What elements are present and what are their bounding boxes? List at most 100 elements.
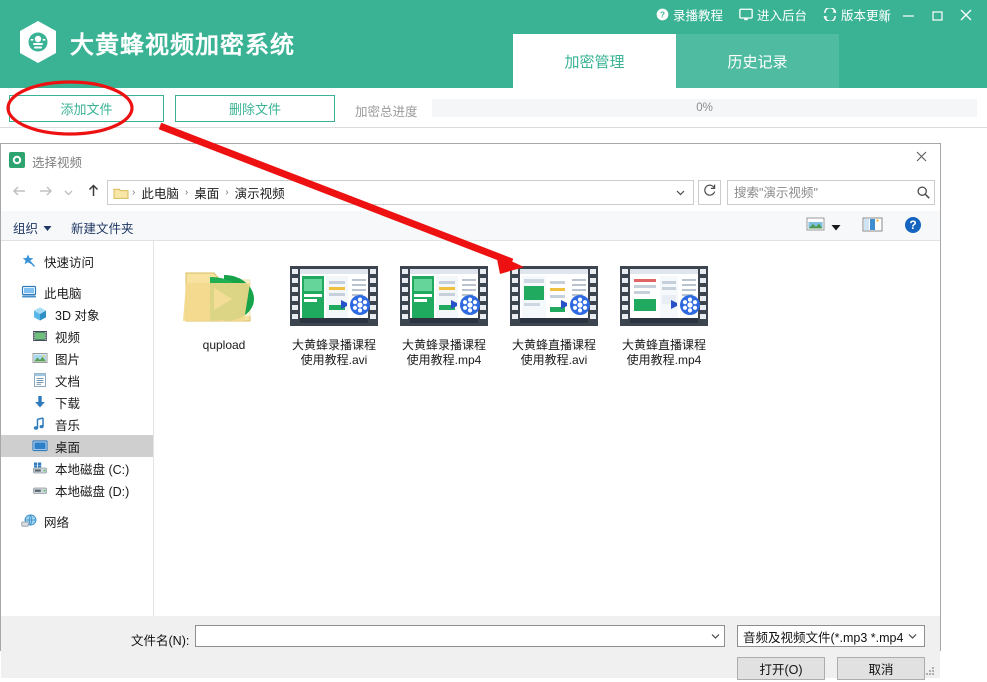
sidebar-item-quick-access[interactable]: 快速访问: [1, 250, 153, 272]
search-input[interactable]: [734, 182, 912, 203]
delete-file-label: 删除文件: [229, 99, 281, 118]
open-button-label: 打开(O): [759, 659, 802, 678]
add-file-button[interactable]: 添加文件: [9, 95, 164, 122]
sidebar-item-downloads[interactable]: 下载: [1, 391, 153, 413]
close-button[interactable]: [953, 4, 979, 26]
sidebar-item-this-pc[interactable]: 此电脑: [1, 281, 153, 303]
organize-label: 组织: [13, 218, 38, 237]
maximize-button[interactable]: [924, 4, 950, 26]
list-item-label: 大黄蜂直播课程使用教程.mp4: [612, 338, 716, 368]
breadcrumb-item-this-pc[interactable]: 此电脑: [138, 183, 182, 202]
navigation-pane: 快速访问 此电脑: [1, 241, 154, 616]
preview-pane-button[interactable]: [862, 216, 883, 238]
main-tabs: 加密管理 历史记录: [513, 34, 839, 88]
up-one-level-button[interactable]: [82, 183, 104, 203]
filename-label: 文件名(N):: [131, 630, 189, 649]
forward-button[interactable]: [34, 183, 56, 203]
chevron-down-icon: [831, 218, 841, 236]
filename-field[interactable]: [195, 625, 725, 647]
question-circle-icon: ?: [656, 8, 669, 21]
minimize-button[interactable]: [895, 4, 921, 26]
filename-input[interactable]: [200, 627, 706, 645]
sidebar-item-pictures[interactable]: 图片: [1, 347, 153, 369]
view-layout-icon: [806, 216, 825, 237]
sidebar-item-documents[interactable]: 文档: [1, 369, 153, 391]
new-folder-button[interactable]: 新建文件夹: [71, 218, 134, 237]
list-item-label: 大黄蜂直播课程使用教程.avi: [502, 338, 606, 368]
videos-folder-icon: [32, 328, 48, 344]
address-dropdown-button[interactable]: [673, 186, 687, 200]
sidebar-item-music[interactable]: 音乐: [1, 413, 153, 435]
breadcrumb-item-desktop[interactable]: 桌面: [191, 183, 222, 202]
sidebar-item-3d-objects[interactable]: 3D 对象: [1, 303, 153, 325]
tab-label: 加密管理: [564, 51, 624, 72]
tab-encryption-management[interactable]: 加密管理: [513, 34, 676, 88]
breadcrumb: › 此电脑 › 桌面 › 演示视频: [129, 183, 288, 202]
refresh-button[interactable]: [698, 180, 721, 205]
list-item[interactable]: 大黄蜂录播课程使用教程.avi: [279, 255, 389, 368]
progress-label: 加密总进度: [355, 101, 418, 120]
change-view-button[interactable]: [806, 216, 841, 237]
3d-objects-icon: [32, 306, 48, 322]
list-item[interactable]: 大黄蜂直播课程使用教程.avi: [499, 255, 609, 368]
cancel-button[interactable]: 取消: [837, 657, 925, 680]
sidebar-item-label: 本地磁盘 (C:): [55, 459, 129, 478]
sidebar-item-label: 快速访问: [44, 252, 94, 271]
sidebar-item-label: 图片: [55, 349, 80, 368]
sidebar-item-local-disk-c[interactable]: 本地磁盘 (C:): [1, 457, 153, 479]
chevron-down-icon[interactable]: [706, 632, 724, 640]
header-menu-item-update[interactable]: 版本更新: [823, 5, 891, 24]
help-button[interactable]: ?: [904, 216, 922, 239]
video-film-icon: [286, 259, 382, 333]
music-folder-icon: [32, 416, 48, 432]
minimize-icon: [902, 9, 915, 22]
recent-locations-button[interactable]: [60, 183, 76, 203]
dialog-navigation-row: › 此电脑 › 桌面 › 演示视频: [1, 175, 940, 211]
breadcrumb-item-demo-video[interactable]: 演示视频: [232, 183, 288, 202]
list-item[interactable]: 大黄蜂直播课程使用教程.mp4: [609, 255, 719, 368]
sidebar-item-network[interactable]: 网络: [1, 510, 153, 532]
list-item[interactable]: 大黄蜂录播课程使用教程.mp4: [389, 255, 499, 368]
cancel-button-label: 取消: [868, 659, 893, 678]
refresh-icon: [703, 183, 717, 202]
dialog-title: 选择视频: [32, 152, 82, 171]
header-menu-label: 进入后台: [757, 5, 807, 24]
organize-button[interactable]: 组织: [13, 218, 52, 237]
header-menu-item-backend[interactable]: 进入后台: [739, 5, 807, 24]
app-header: 大黄蜂视频加密系统 ? 录播教程 进入后台: [0, 0, 987, 88]
star-pin-icon: [21, 253, 37, 269]
dialog-footer: 文件名(N): 音频及视频文件(*.mp3 *.mp4 打开(O) 取消: [1, 616, 940, 678]
sidebar-item-local-disk-d[interactable]: 本地磁盘 (D:): [1, 479, 153, 501]
system-drive-icon: [32, 460, 48, 476]
search-box[interactable]: [727, 180, 935, 205]
folder-video-icon: [176, 259, 272, 333]
list-item-label: qupload: [172, 338, 276, 353]
svg-text:?: ?: [660, 10, 665, 19]
resize-grip-icon[interactable]: [925, 664, 936, 675]
address-bar[interactable]: › 此电脑 › 桌面 › 演示视频: [107, 180, 694, 205]
arrow-left-icon: [11, 184, 28, 203]
list-item[interactable]: qupload: [169, 255, 279, 368]
sidebar-item-videos[interactable]: 视频: [1, 325, 153, 347]
dialog-command-bar: 组织 新建文件夹: [1, 211, 940, 241]
monitor-icon: [739, 8, 753, 21]
preview-pane-icon: [862, 216, 883, 238]
back-button[interactable]: [8, 183, 30, 203]
encryption-progress-bar: 0%: [432, 99, 977, 117]
filetype-dropdown[interactable]: 音频及视频文件(*.mp3 *.mp4: [737, 625, 925, 647]
close-icon: [959, 8, 973, 22]
header-menu-item-tutorial[interactable]: ? 录播教程: [656, 5, 723, 24]
file-picker-dialog: 选择视频: [0, 143, 941, 651]
progress-percent-text: 0%: [432, 99, 977, 117]
delete-file-button[interactable]: 删除文件: [175, 95, 335, 122]
sidebar-item-desktop[interactable]: 桌面: [1, 435, 153, 457]
hexagon-bee-logo-icon: [18, 20, 58, 64]
tab-history[interactable]: 历史记录: [676, 34, 839, 88]
network-icon: [21, 513, 37, 529]
open-button[interactable]: 打开(O): [737, 657, 825, 680]
app-window-icon: [9, 152, 25, 168]
dialog-close-button[interactable]: [908, 148, 934, 170]
list-item-label: 大黄蜂录播课程使用教程.mp4: [392, 338, 496, 368]
page-title: 大黄蜂视频加密系统: [70, 25, 295, 60]
dialog-titlebar: 选择视频: [1, 144, 940, 175]
